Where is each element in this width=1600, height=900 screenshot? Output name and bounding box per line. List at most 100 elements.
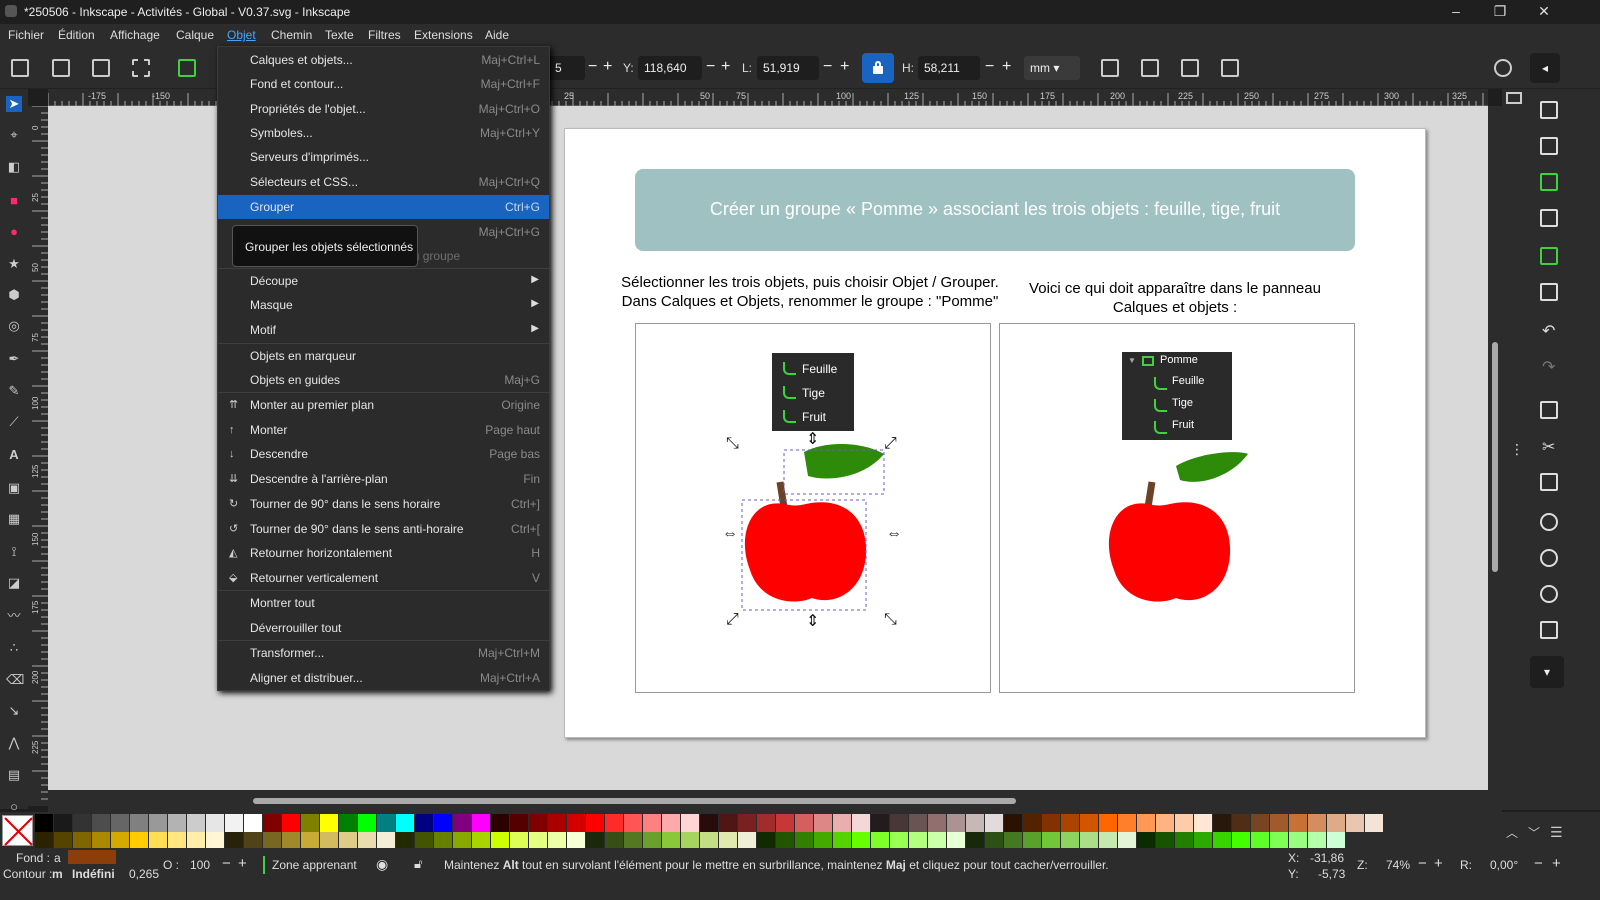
spiral-tool-icon[interactable]: ◎ bbox=[6, 318, 22, 334]
3d-box-tool-icon[interactable]: ⬢ bbox=[6, 287, 22, 303]
color-swatch[interactable] bbox=[510, 814, 528, 832]
color-swatch[interactable] bbox=[415, 814, 433, 832]
color-swatch[interactable] bbox=[1061, 814, 1079, 832]
color-swatch[interactable] bbox=[548, 814, 566, 832]
menu-item-decoupe[interactable]: Découpe ▶ bbox=[218, 269, 549, 293]
color-swatch[interactable] bbox=[73, 814, 91, 832]
scale-handle-ne[interactable]: ⤢ bbox=[884, 436, 897, 452]
menu-texte[interactable]: Texte bbox=[325, 28, 354, 42]
menu-item-selecteurs-css[interactable]: Sélecteurs et CSS... Maj+Ctrl+Q bbox=[218, 170, 549, 194]
color-swatch[interactable] bbox=[1232, 814, 1250, 832]
lock-ratio-button[interactable] bbox=[862, 53, 894, 83]
color-swatch[interactable] bbox=[1080, 814, 1098, 832]
selector-tool-icon[interactable]: ➤ bbox=[6, 96, 22, 112]
color-swatch[interactable] bbox=[244, 814, 262, 832]
touch-select-icon[interactable] bbox=[132, 59, 150, 77]
scale-stroke-icon[interactable] bbox=[1101, 59, 1119, 77]
color-swatch[interactable] bbox=[1289, 814, 1307, 832]
menu-item-deverrouiller-tout[interactable]: Déverrouiller tout bbox=[218, 616, 549, 640]
x-field[interactable]: 5 bbox=[549, 56, 585, 80]
zoom-increment-button[interactable]: + bbox=[1434, 855, 1443, 872]
shape-builder-icon[interactable]: ◧ bbox=[6, 159, 22, 175]
color-swatch[interactable] bbox=[1023, 814, 1041, 832]
height-field[interactable]: 58,211 bbox=[918, 56, 980, 80]
color-swatch[interactable] bbox=[795, 814, 813, 832]
node-tool-icon[interactable]: ⌖ bbox=[6, 127, 22, 143]
menu-item-tourner-horaire[interactable]: ↻ Tourner de 90° dans le sens horaire Ctrl… bbox=[218, 492, 549, 516]
menu-item-proprietes[interactable]: Propriétés de l'objet... Maj+Ctrl+O bbox=[218, 97, 549, 121]
color-swatch[interactable] bbox=[1346, 814, 1364, 832]
y-decrement-button[interactable]: − bbox=[706, 59, 715, 75]
color-swatch[interactable] bbox=[168, 814, 186, 832]
new-document-icon[interactable] bbox=[1540, 101, 1558, 119]
transform-gradient-icon[interactable] bbox=[1181, 59, 1199, 77]
display-mode-icon[interactable] bbox=[1506, 92, 1522, 104]
rotation-increment-button[interactable]: + bbox=[1552, 855, 1561, 872]
rotation-field[interactable]: 0,00° bbox=[1490, 858, 1518, 872]
scroll-thumb[interactable] bbox=[1492, 342, 1498, 572]
color-swatch[interactable] bbox=[567, 814, 585, 832]
unit-select[interactable]: mm ▾ bbox=[1024, 56, 1080, 80]
color-swatch[interactable] bbox=[491, 814, 509, 832]
vertical-ruler[interactable]: 0 25 50 75 100 125 150 175 200 225 bbox=[28, 105, 48, 806]
calligraphy-tool-icon[interactable]: ⟋ bbox=[6, 414, 22, 430]
color-swatch[interactable] bbox=[624, 814, 642, 832]
pages-tool-icon[interactable]: ▤ bbox=[6, 767, 22, 783]
menu-edition[interactable]: Édition bbox=[58, 28, 95, 42]
menu-item-monter[interactable]: ↑ Monter Page haut bbox=[218, 418, 549, 442]
zoom-drawing-icon[interactable] bbox=[1540, 549, 1558, 567]
color-swatch[interactable] bbox=[453, 814, 471, 832]
scale-handle-se[interactable]: ⤡ bbox=[884, 612, 897, 628]
fill-swatch[interactable] bbox=[68, 850, 116, 864]
menu-item-descendre[interactable]: ↓ Descendre Page bas bbox=[218, 442, 549, 466]
menu-affichage[interactable]: Affichage bbox=[110, 28, 160, 42]
color-swatch[interactable] bbox=[833, 814, 851, 832]
menu-filtres[interactable]: Filtres bbox=[368, 28, 401, 42]
color-swatch[interactable] bbox=[586, 814, 604, 832]
color-swatch[interactable] bbox=[377, 814, 395, 832]
leaf-shape[interactable] bbox=[804, 443, 884, 479]
color-swatch[interactable] bbox=[719, 814, 737, 832]
rectangle-tool-icon[interactable]: ■ bbox=[6, 193, 22, 209]
color-swatch[interactable] bbox=[149, 814, 167, 832]
x-increment-button[interactable]: + bbox=[603, 59, 612, 75]
palette-scroll-up-icon[interactable]: ︿ bbox=[1506, 824, 1518, 841]
scale-handle-n[interactable]: ⇕ bbox=[806, 432, 819, 448]
color-swatch[interactable] bbox=[206, 814, 224, 832]
color-swatch[interactable] bbox=[814, 814, 832, 832]
print-icon[interactable] bbox=[1540, 209, 1558, 227]
menu-item-symboles[interactable]: Symboles... Maj+Ctrl+Y bbox=[218, 121, 549, 145]
color-swatch[interactable] bbox=[111, 814, 129, 832]
rotate-ccw-icon[interactable] bbox=[178, 59, 196, 77]
color-swatch[interactable] bbox=[1042, 814, 1060, 832]
color-swatch[interactable] bbox=[225, 814, 243, 832]
gradient-tool-icon[interactable]: ▣ bbox=[6, 480, 22, 496]
minimize-button[interactable]: – bbox=[1434, 0, 1478, 24]
color-swatch[interactable] bbox=[529, 814, 547, 832]
color-swatch[interactable] bbox=[890, 814, 908, 832]
snap-icon[interactable] bbox=[1494, 59, 1512, 77]
color-swatch[interactable] bbox=[605, 814, 623, 832]
scale-handle-e[interactable]: ⇔ bbox=[886, 526, 902, 542]
color-swatch[interactable] bbox=[871, 814, 889, 832]
opacity-decrement-button[interactable]: − bbox=[222, 855, 231, 872]
zoom-page-icon[interactable] bbox=[1540, 585, 1558, 603]
menu-item-objets-guides[interactable]: Objets en guides Maj+G bbox=[218, 368, 549, 392]
color-swatch[interactable] bbox=[434, 814, 452, 832]
color-swatch[interactable] bbox=[662, 814, 680, 832]
color-swatch[interactable] bbox=[1213, 814, 1231, 832]
current-layer[interactable]: Zone apprenant bbox=[272, 858, 357, 872]
stroke-width[interactable]: 0,265 bbox=[129, 867, 159, 881]
more-icon[interactable]: ⋮ bbox=[1510, 441, 1524, 458]
document-page[interactable]: Créer un groupe « Pomme » associant les … bbox=[564, 128, 1426, 738]
ellipse-tool-icon[interactable]: ● bbox=[6, 224, 22, 240]
apple-grouped[interactable] bbox=[1080, 434, 1280, 634]
connector-tool-icon[interactable]: ↘ bbox=[6, 703, 22, 719]
color-swatch[interactable] bbox=[966, 814, 984, 832]
panel-after[interactable]: ▼ Pomme Feuille Tige Fruit bbox=[999, 323, 1355, 693]
menu-item-serveurs-imprimes[interactable]: Serveurs d'imprimés... bbox=[218, 145, 549, 169]
scale-handle-w[interactable]: ⇔ bbox=[722, 526, 738, 542]
color-swatch[interactable] bbox=[757, 814, 775, 832]
close-button[interactable]: ✕ bbox=[1522, 0, 1566, 24]
select-all-layers-icon[interactable] bbox=[52, 59, 70, 77]
